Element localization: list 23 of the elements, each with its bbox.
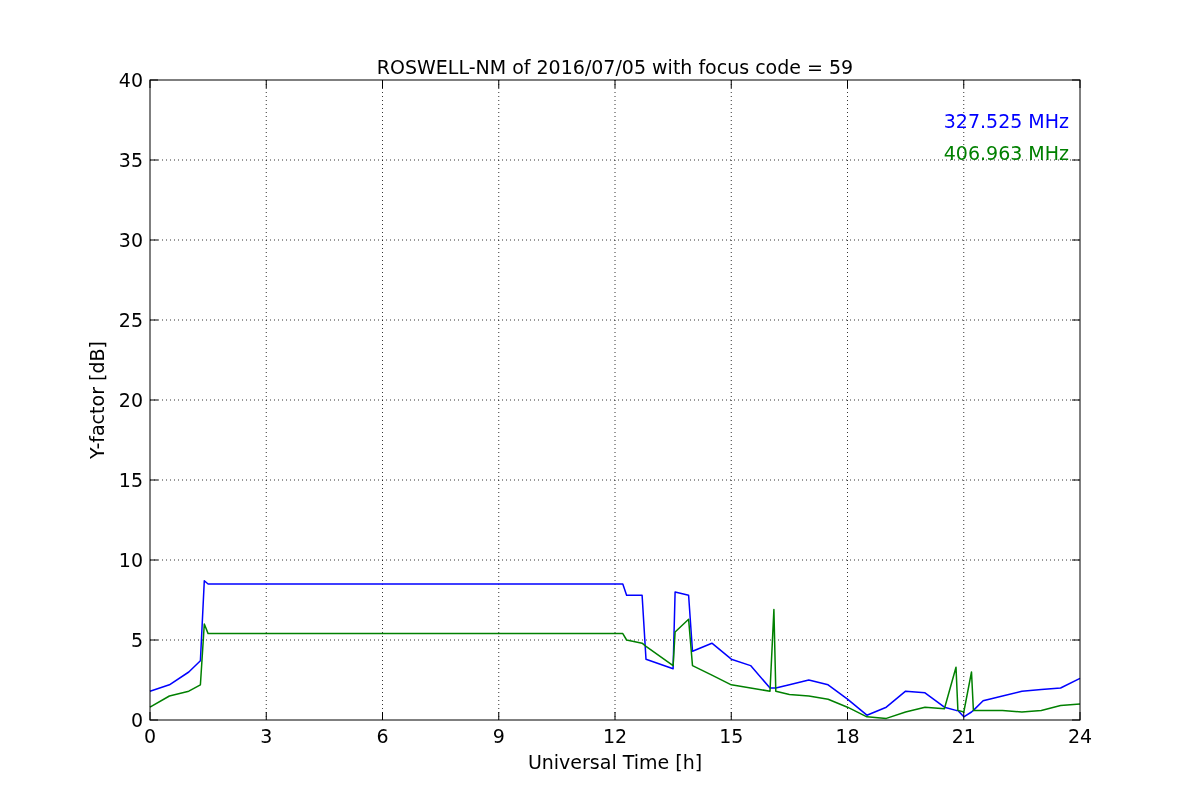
x-tick-label: 21 — [951, 725, 976, 747]
x-tick-label: 18 — [835, 725, 860, 747]
x-tick-label: 15 — [719, 725, 744, 747]
x-tick-label: 12 — [602, 725, 628, 747]
y-tick-label: 5 — [130, 629, 143, 651]
legend-label: 406.963 MHz — [943, 142, 1069, 164]
y-tick-label: 15 — [118, 469, 143, 491]
x-axis-label: Universal Time [h] — [527, 751, 703, 773]
legend-label: 327.525 MHz — [943, 110, 1069, 132]
y-axis-label: Y-factor [dB] — [86, 341, 108, 459]
x-tick-label: 0 — [143, 725, 157, 747]
x-tick-label: 9 — [492, 725, 505, 747]
y-tick-label: 35 — [118, 149, 143, 171]
x-tick-label: 6 — [376, 725, 389, 747]
y-tick-label: 30 — [118, 229, 143, 251]
y-tick-label: 25 — [118, 309, 143, 331]
y-tick-label: 40 — [118, 69, 143, 91]
x-tick-label: 3 — [260, 725, 273, 747]
chart-title: ROSWELL-NM of 2016/07/05 with focus code = 59 — [376, 56, 854, 78]
x-tick-label: 24 — [1067, 725, 1093, 747]
y-tick-label: 20 — [118, 389, 143, 411]
y-tick-label: 0 — [130, 709, 143, 731]
y-tick-label: 10 — [118, 549, 143, 571]
